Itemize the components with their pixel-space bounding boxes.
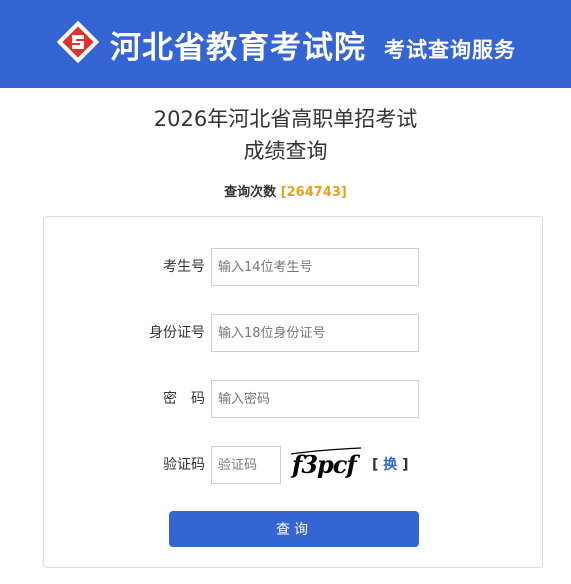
id-no-input[interactable] bbox=[211, 314, 419, 352]
captcha-row: 验证码 f3pcf [ 换 ] bbox=[44, 446, 542, 484]
hebei-exam-logo-icon bbox=[56, 20, 100, 64]
password-input[interactable] bbox=[211, 380, 419, 418]
page-title-line2: 成绩查询 bbox=[243, 139, 328, 163]
id-no-row: 身份证号 bbox=[44, 314, 542, 352]
captcha-image[interactable]: f3pcf bbox=[289, 446, 365, 480]
captcha-refresh-link[interactable]: [ 换 ] bbox=[372, 446, 409, 484]
site-name: 河北省教育考试院 bbox=[110, 30, 366, 66]
captcha-image-text: f3pcf bbox=[290, 450, 360, 479]
site-header: 河北省教育考试院 考试查询服务 bbox=[0, 0, 571, 88]
refresh-close-bracket: ] bbox=[402, 457, 409, 473]
page-title-line1: 2026年河北省高职单招考试 bbox=[153, 107, 418, 131]
id-no-label: 身份证号 bbox=[149, 325, 205, 341]
query-form-panel: 考生号 身份证号 密 码 验证码 f3pcf [ 换 ] 查询 bbox=[43, 216, 543, 568]
captcha-input[interactable] bbox=[211, 446, 281, 484]
captcha-label: 验证码 bbox=[163, 457, 205, 473]
refresh-label: 换 bbox=[383, 457, 398, 473]
password-row: 密 码 bbox=[44, 380, 542, 418]
query-submit-button[interactable]: 查询 bbox=[169, 511, 419, 547]
query-counter: 查询次数 [264743] bbox=[0, 181, 571, 200]
site-subtitle: 考试查询服务 bbox=[384, 37, 516, 62]
exam-no-row: 考生号 bbox=[44, 248, 542, 286]
exam-no-input[interactable] bbox=[211, 248, 419, 286]
counter-label: 查询次数 bbox=[224, 185, 277, 200]
exam-no-label: 考生号 bbox=[163, 259, 205, 275]
counter-value: 264743 bbox=[286, 185, 341, 200]
refresh-open-bracket: [ bbox=[372, 457, 379, 473]
password-label: 密 码 bbox=[163, 391, 205, 407]
counter-close-bracket: ] bbox=[340, 185, 347, 200]
